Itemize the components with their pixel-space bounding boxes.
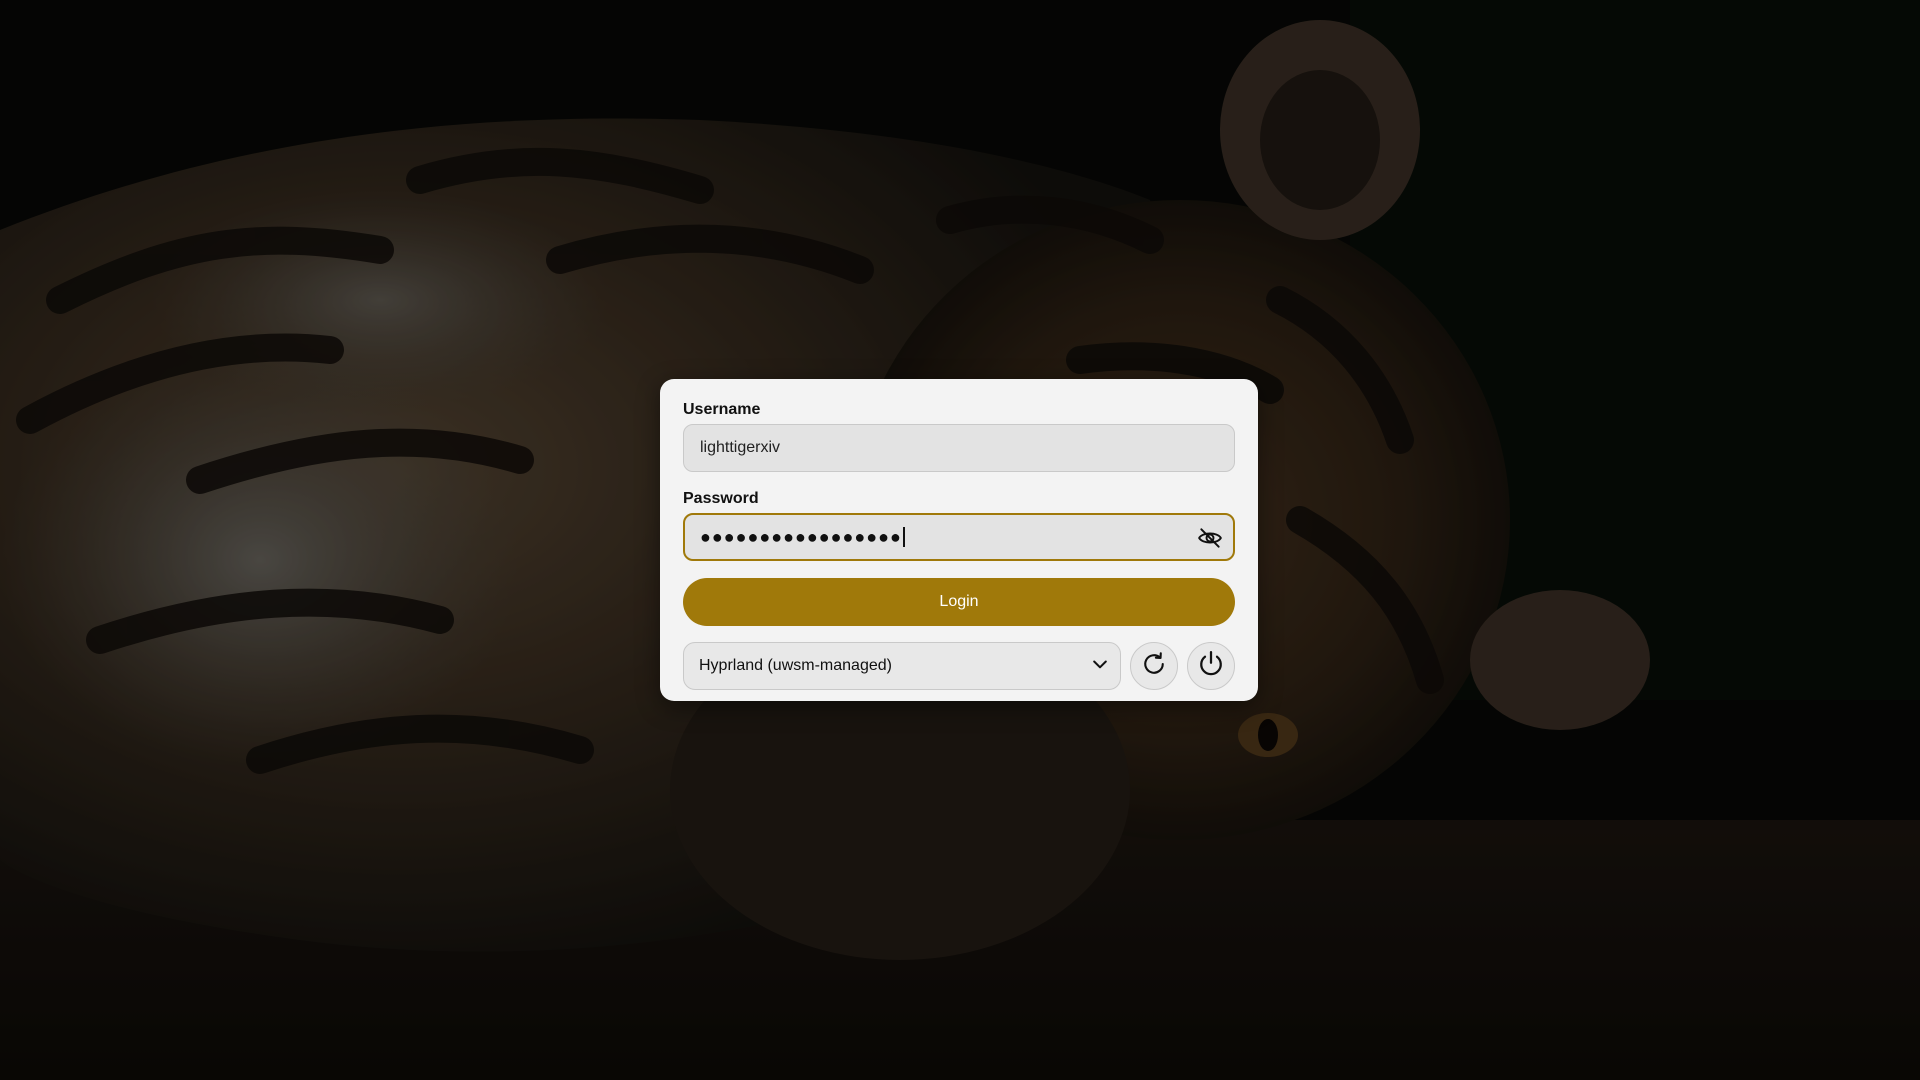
password-label: Password <box>683 490 759 507</box>
text-caret <box>902 527 905 547</box>
password-masked-value: ●●●●●●●●●●●●●●●●● <box>700 526 902 547</box>
username-value: lighttigerxiv <box>700 439 781 456</box>
session-select[interactable]: Hyprland (uwsm-managed) <box>683 642 1122 690</box>
chevron-down-icon <box>1090 654 1110 679</box>
reboot-icon <box>1140 650 1168 683</box>
password-field[interactable]: ●●●●●●●●●●●●●●●●● <box>683 513 1235 561</box>
username-label: Username <box>683 401 761 418</box>
session-controls-row: Hyprland (uwsm-managed) <box>683 642 1235 690</box>
username-field[interactable]: lighttigerxiv <box>683 424 1235 472</box>
power-icon <box>1196 649 1226 684</box>
login-card: Username lighttigerxiv Password ●●●●●●●●… <box>660 379 1258 701</box>
login-button[interactable]: Login <box>683 578 1235 626</box>
reboot-button[interactable] <box>1130 642 1179 690</box>
eye-off-icon[interactable] <box>1197 525 1223 551</box>
power-button[interactable] <box>1187 642 1235 690</box>
greeter-screen: Username lighttigerxiv Password ●●●●●●●●… <box>0 0 1920 1080</box>
session-select-value: Hyprland (uwsm-managed) <box>699 657 892 674</box>
